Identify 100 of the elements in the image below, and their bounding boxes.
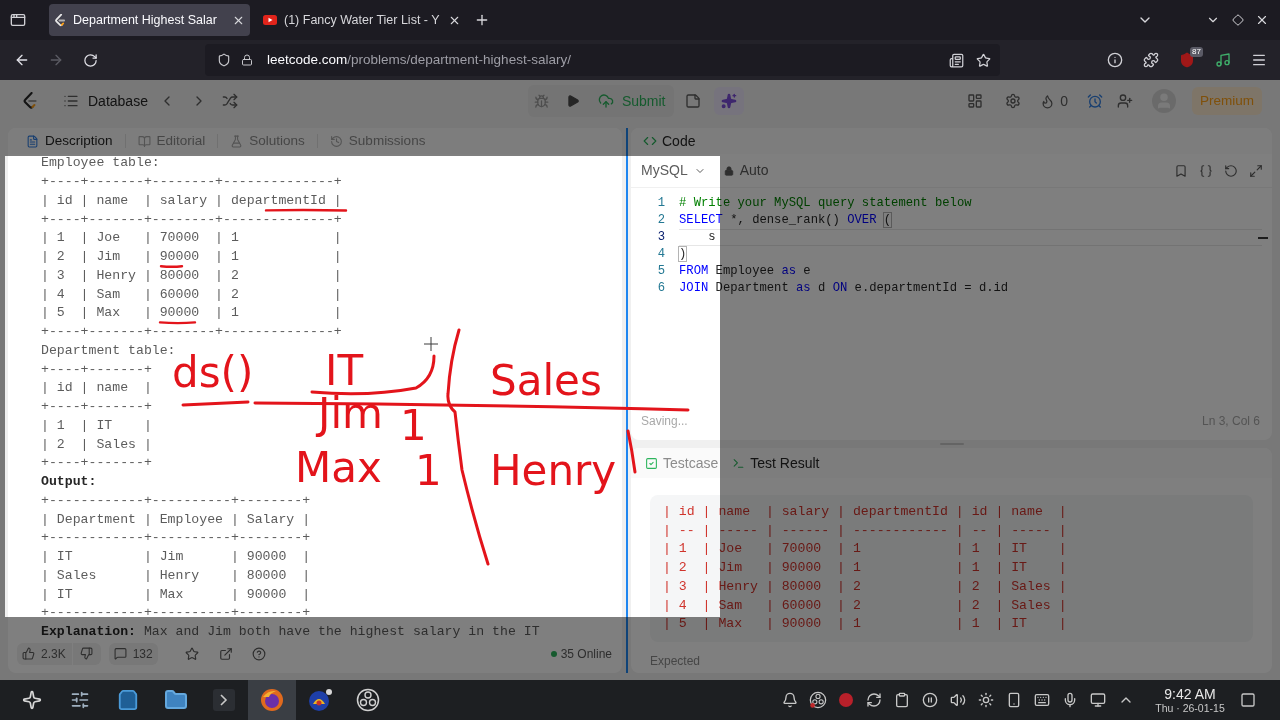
output-line: | 2 | Jim | 90000 | 1 | 1 | IT | (663, 559, 1067, 578)
checkbox-icon (645, 456, 658, 470)
video-logo-icon (263, 15, 277, 25)
code-line[interactable]: SELECT *, dense_rank() OVER ( (679, 212, 1262, 229)
panel-tab[interactable]: Testcase (643, 451, 721, 475)
logo-icon[interactable] (22, 92, 38, 110)
keyboard-icon (1034, 692, 1050, 708)
section-label: Output: (41, 472, 97, 491)
thumbs-down-icon (80, 647, 94, 660)
problem-list-button[interactable]: Database (63, 87, 148, 115)
puzzle-icon (1143, 52, 1159, 68)
microphone-icon (1062, 692, 1078, 708)
online-count: 35 Online (560, 645, 612, 663)
ascii-table-line: +------------+----------+--------+ (41, 531, 311, 546)
phone-icon (1006, 692, 1022, 708)
comment-icon (113, 647, 127, 660)
handwritten-note: Henry (490, 450, 617, 492)
folder-icon (164, 688, 188, 712)
window-icon (10, 12, 26, 28)
language-dropdown[interactable]: MySQL (641, 157, 706, 184)
line-number: 4 (656, 246, 665, 263)
ascii-table-line: +----+-------+ (41, 362, 152, 377)
status-dot-icon (550, 650, 557, 657)
monitor-icon (1090, 692, 1106, 708)
streak-button[interactable]: 0 (1040, 87, 1068, 115)
shield-icon (1179, 52, 1195, 68)
document-icon (26, 134, 39, 148)
square-icon (1240, 692, 1256, 708)
menu-icon (1251, 52, 1267, 68)
like-button[interactable]: 2.3K (17, 642, 72, 665)
table-caption: Employee table: (41, 154, 160, 172)
cloud-upload-icon (597, 93, 614, 109)
clock[interactable]: 9:42 AM Thu · 26-01-15 (1152, 686, 1228, 714)
clock-date: Thu · 26-01-15 (1155, 702, 1225, 714)
diamond-icon (1232, 14, 1244, 26)
sparkles-icon (720, 93, 737, 109)
ascii-table-line: +----+-------+--------+--------------+ (41, 325, 342, 340)
newspaper-icon (948, 52, 964, 68)
assistant-button[interactable] (713, 87, 744, 115)
panel-tab[interactable]: Test Result (730, 451, 822, 475)
expected-label: Expected (650, 653, 701, 668)
lock-icon (241, 54, 253, 66)
panel-tab[interactable]: Description (20, 130, 119, 152)
output-line: | 5 | Max | 90000 | 1 | 1 | IT | (663, 615, 1067, 634)
sliders-icon (70, 690, 90, 710)
handwritten-note: Max (295, 447, 382, 489)
url-field[interactable]: leetcode.com/problems/department-highest-salary/ (205, 44, 1000, 76)
badge-count: 87 (1190, 47, 1203, 57)
handwritten-note: 1 (415, 450, 442, 492)
shuffle-icon (221, 93, 238, 109)
volume-icon (950, 692, 966, 708)
ascii-table-line: +----+-------+--------+--------------+ (41, 212, 342, 227)
browser-tab[interactable]: (1) Fancy Water Tier List - Y (258, 4, 459, 36)
ascii-table-line: | 2 | Sales | (41, 437, 152, 452)
add-user-icon (1117, 93, 1133, 109)
three-circle-icon (809, 691, 827, 709)
explanation-text: Explanation: Max and Jim both have the highest salary in the IT (41, 622, 540, 641)
share-icon (218, 646, 233, 661)
scroll-marker-icon (1258, 237, 1268, 239)
code-line[interactable]: # Write your MySQL query statement below (679, 195, 1262, 212)
thumbs-up-icon (22, 647, 35, 660)
short-vertical-stroke (626, 429, 637, 474)
help-icon (251, 646, 266, 661)
crosshair-cursor-icon (424, 337, 438, 351)
shopping-bag-icon (117, 689, 139, 711)
code-line[interactable]: ) (679, 246, 1262, 263)
close-icon (1255, 13, 1269, 27)
note-icon (684, 93, 701, 109)
settings-icon (1005, 93, 1022, 109)
ascii-table-line: +----+-------+ (41, 400, 152, 415)
blocker-extension-button[interactable]: 87 (1173, 46, 1201, 74)
handwritten-note: IT (325, 350, 364, 392)
logo-icon (54, 13, 66, 27)
ascii-table-line: | Department | Employee | Salary | (41, 512, 311, 527)
refresh-icon (866, 692, 882, 708)
list-icon (63, 93, 79, 109)
comments-button[interactable]: 132 (108, 642, 158, 665)
bell-icon (782, 692, 798, 708)
ascii-table-line: | 1 | Joe | 70000 | 1 | (41, 231, 342, 246)
auto-mode-button[interactable]: Auto (723, 157, 769, 184)
browser-tab[interactable]: Department Highest Salar (49, 4, 250, 36)
line-number: 6 (656, 280, 665, 297)
terminal-icon (732, 456, 746, 470)
alarm-clock-icon (1087, 93, 1103, 109)
lock-icon (723, 165, 734, 176)
expand-icon (1249, 163, 1263, 178)
shield-icon (217, 53, 231, 67)
music-note-icon (1215, 52, 1231, 68)
code-line[interactable]: s (679, 229, 1262, 246)
plus-icon (474, 12, 490, 28)
ascii-table-line: +----+-------+ (41, 456, 152, 471)
dislike-button[interactable] (72, 642, 101, 665)
layout-icon (967, 93, 984, 109)
code-tab[interactable]: Code (643, 130, 696, 152)
ascii-table-line: +----+-------+--------+--------------+ (41, 175, 342, 190)
undo-icon (1224, 163, 1238, 178)
braces-icon (1199, 163, 1213, 178)
star-icon (184, 646, 199, 661)
ascii-table-line: | 2 | Jim | 90000 | 1 | (41, 250, 342, 265)
ascii-table-line: | 5 | Max | 90000 | 1 | (41, 306, 342, 321)
